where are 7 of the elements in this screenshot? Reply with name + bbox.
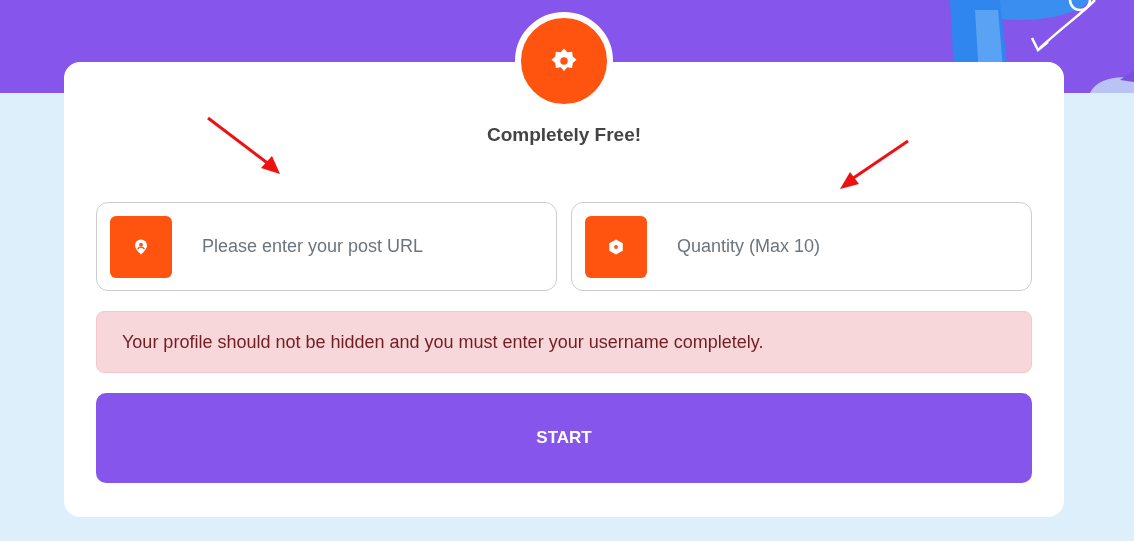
- input-field[interactable]: Please enter your post URL: [200, 235, 524, 258]
- pointer-arrow: [838, 139, 910, 191]
- location-pin-icon: [110, 215, 172, 278]
- input-field[interactable]: Quantity (Max 10): [675, 235, 999, 258]
- warning-message: Your profile should not be hidden and you must enter your username completely.: [96, 311, 1032, 373]
- start-button[interactable]: START: [96, 393, 1032, 483]
- card-title: Completely Free!: [485, 124, 643, 146]
